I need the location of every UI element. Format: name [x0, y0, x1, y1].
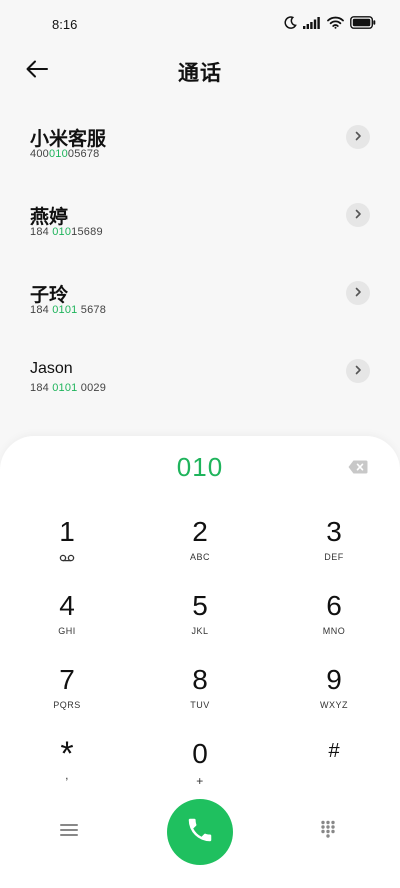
moon-icon — [284, 16, 297, 29]
key-letters: JKL — [191, 626, 209, 636]
number-match: 010 — [52, 226, 72, 238]
contact-number: 184 0101 0029 — [30, 382, 106, 394]
wifi-icon — [327, 16, 344, 29]
number-suffix: 05678 — [67, 148, 100, 160]
contact-number: 40001005678 — [30, 148, 100, 160]
dialer-panel: 010 1 2 ABC 3 DEF 4 GHI 5 JKL 6 MNO 7 PQ… — [0, 436, 400, 888]
key-letters: PQRS — [53, 700, 81, 710]
page-title: 通话 — [178, 62, 222, 85]
backspace-button[interactable] — [348, 460, 368, 474]
key-digit: 1 — [59, 516, 75, 547]
key-4[interactable]: 4 GHI — [17, 590, 117, 654]
contact-name: 小米客服 — [30, 129, 107, 150]
key-digit: 8 — [192, 664, 208, 695]
key-1[interactable]: 1 — [17, 516, 117, 580]
status-icons — [284, 16, 376, 29]
chevron-right-icon — [353, 128, 363, 146]
battery-icon — [350, 16, 376, 29]
key-digit: 3 — [326, 516, 342, 547]
key-8[interactable]: 8 TUV — [150, 664, 250, 728]
key-letters: GHI — [58, 626, 76, 636]
key-6[interactable]: 6 MNO — [284, 590, 384, 654]
contact-detail-button[interactable] — [346, 125, 370, 149]
dialpad-toggle-button[interactable] — [320, 820, 338, 838]
key-letters: WXYZ — [320, 700, 348, 710]
key-7[interactable]: 7 PQRS — [17, 664, 117, 728]
key-digit: 4 — [59, 590, 75, 621]
contact-item[interactable]: 小米客服 40001005678 — [0, 100, 400, 178]
key-digit: 9 — [326, 664, 342, 695]
key-5[interactable]: 5 JKL — [150, 590, 250, 654]
number-suffix: 5678 — [77, 304, 107, 316]
voicemail-icon — [17, 550, 117, 562]
number-match: 0101 — [52, 304, 78, 316]
menu-icon — [60, 824, 78, 842]
key-letters: TUV — [190, 700, 210, 710]
dial-input[interactable]: 010 — [0, 452, 400, 483]
key-0[interactable]: 0 + — [150, 738, 250, 802]
key-hash[interactable]: # — [284, 738, 384, 802]
contact-number: 184 01015689 — [30, 226, 103, 238]
key-star[interactable]: * , — [17, 735, 117, 802]
contact-item[interactable]: 子玲 184 0101 5678 — [0, 256, 400, 334]
number-prefix: 400 — [30, 148, 49, 160]
number-prefix: 184 — [30, 304, 53, 316]
contact-detail-button[interactable] — [346, 281, 370, 305]
number-suffix: 15689 — [71, 226, 103, 238]
contact-detail-button[interactable] — [346, 203, 370, 227]
key-digit: 5 — [192, 590, 208, 621]
key-digit: 0 — [192, 738, 208, 769]
chevron-right-icon — [353, 206, 363, 224]
key-digit: 6 — [326, 590, 342, 621]
contact-detail-button[interactable] — [346, 359, 370, 383]
key-9[interactable]: 9 WXYZ — [284, 664, 384, 728]
key-letters: DEF — [324, 552, 344, 562]
number-prefix: 184 — [30, 382, 53, 394]
contact-name: 燕婷 — [30, 207, 69, 228]
key-digit: * — [60, 735, 74, 773]
chevron-right-icon — [353, 362, 363, 380]
status-time: 8:16 — [52, 17, 78, 32]
contact-number: 184 0101 5678 — [30, 304, 106, 316]
dialpad-icon — [320, 820, 336, 842]
key-digit: # — [328, 740, 340, 762]
status-bar: 8:16 — [0, 0, 400, 48]
phone-icon — [185, 815, 215, 850]
phone-screen: 8:16 通话 小米客服 40001005678 燕婷 184 01015689… — [0, 0, 400, 888]
contact-item[interactable]: 燕婷 184 01015689 — [0, 178, 400, 256]
signal-icon — [303, 16, 321, 29]
call-button[interactable] — [167, 799, 233, 865]
number-suffix: 0029 — [77, 382, 107, 394]
key-letters: + — [196, 774, 204, 788]
number-match: 010 — [48, 148, 68, 160]
contact-name: Jason — [30, 360, 73, 377]
dialer-bottom-bar — [0, 796, 400, 866]
key-letters: , — [65, 768, 69, 782]
number-prefix: 184 — [30, 226, 53, 238]
key-3[interactable]: 3 DEF — [284, 516, 384, 580]
contact-name: 子玲 — [30, 285, 69, 306]
menu-button[interactable] — [60, 822, 80, 840]
key-2[interactable]: 2 ABC — [150, 516, 250, 580]
backspace-icon — [348, 460, 368, 478]
key-digit: 2 — [192, 516, 208, 547]
key-letters: ABC — [189, 552, 210, 562]
key-digit: 7 — [59, 664, 75, 695]
header: 通话 — [0, 48, 400, 92]
number-match: 0101 — [52, 382, 78, 394]
contact-list: 小米客服 40001005678 燕婷 184 01015689 子玲 184 … — [0, 100, 400, 412]
contact-item[interactable]: Jason 184 0101 0029 — [0, 334, 400, 412]
key-letters: MNO — [322, 626, 346, 636]
chevron-right-icon — [353, 284, 363, 302]
